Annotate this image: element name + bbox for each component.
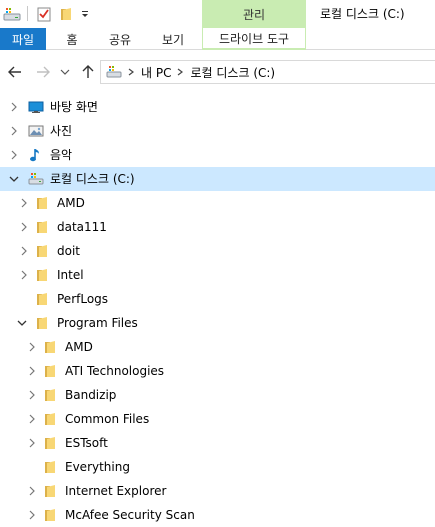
tree-item-folder[interactable]: ESTsoft <box>0 431 435 455</box>
customize-dropdown-icon[interactable] <box>80 5 90 23</box>
chevron-right-icon[interactable] <box>27 414 37 424</box>
tree-item-music[interactable]: 음악 <box>0 143 435 167</box>
chevron-right-icon[interactable] <box>9 102 19 112</box>
back-arrow-icon[interactable] <box>6 63 24 81</box>
tree-item-label: PerfLogs <box>57 292 109 306</box>
separator <box>27 6 28 21</box>
folder-icon <box>37 293 47 305</box>
chevron-right-icon[interactable] <box>9 126 19 136</box>
tree-item-folder[interactable]: AMD <box>0 335 435 359</box>
recent-locations-icon[interactable] <box>59 63 71 81</box>
folder-icon <box>45 509 55 521</box>
folder-icon <box>37 269 47 281</box>
tree-item-local-disk[interactable]: 로컬 디스크 (C:) <box>0 167 435 191</box>
desktop-icon <box>28 101 44 113</box>
chevron-right-icon[interactable] <box>27 342 37 352</box>
folder-icon <box>37 197 47 209</box>
manage-tab[interactable]: 관리 <box>202 0 306 28</box>
properties-icon[interactable] <box>36 5 52 23</box>
tree-item-folder[interactable]: PerfLogs <box>0 287 435 311</box>
tree-item-folder[interactable]: Internet Explorer <box>0 479 435 503</box>
tree-item-label: AMD <box>57 196 85 210</box>
tree-item-label: 음악 <box>50 148 73 162</box>
new-folder-icon[interactable] <box>59 5 73 23</box>
drive-icon <box>28 173 44 185</box>
tree-item-folder[interactable]: AMD <box>0 191 435 215</box>
tree-item-label: ATI Technologies <box>65 364 165 378</box>
up-arrow-icon[interactable] <box>79 63 97 81</box>
chevron-right-icon[interactable] <box>19 198 29 208</box>
chevron-right-icon[interactable] <box>27 366 37 376</box>
tree-item-label: doit <box>57 244 80 258</box>
forward-arrow-icon[interactable] <box>34 63 52 81</box>
tree-item-folder[interactable]: ATI Technologies <box>0 359 435 383</box>
tree-item-folder[interactable]: doit <box>0 239 435 263</box>
tree-item-folder[interactable]: Program Files <box>0 311 435 335</box>
folder-icon <box>45 461 55 473</box>
tree-item-label: 바탕 화면 <box>50 100 98 114</box>
breadcrumb-local-disk[interactable]: 로컬 디스크 (C:) <box>190 64 275 81</box>
folder-icon <box>37 317 47 329</box>
tree-item-label: Everything <box>65 460 130 474</box>
chevron-right-icon[interactable] <box>127 68 135 76</box>
drive-icon <box>106 65 122 79</box>
address-bar[interactable]: 내 PC 로컬 디스크 (C:) <box>100 60 435 84</box>
tree-item-desktop[interactable]: 바탕 화면 <box>0 95 435 119</box>
tab-view[interactable]: 보기 <box>155 28 191 50</box>
tree-item-label: Bandizip <box>65 388 117 402</box>
chevron-right-icon[interactable] <box>19 246 29 256</box>
tree-item-label: data111 <box>57 220 107 234</box>
chevron-right-icon[interactable] <box>176 68 184 76</box>
pictures-icon <box>28 125 44 137</box>
breadcrumb-this-pc[interactable]: 내 PC <box>141 64 171 81</box>
drive-icon[interactable] <box>3 5 21 23</box>
chevron-down-icon[interactable] <box>17 318 27 328</box>
chevron-right-icon[interactable] <box>9 150 19 160</box>
chevron-right-icon[interactable] <box>19 222 29 232</box>
folder-icon <box>45 365 55 377</box>
tree-item-folder[interactable]: Intel <box>0 263 435 287</box>
tab-home[interactable]: 홈 <box>58 28 86 50</box>
tree-item-label: 사진 <box>50 124 73 138</box>
folder-icon <box>45 413 55 425</box>
chevron-right-icon[interactable] <box>19 270 29 280</box>
navigation-bar: 내 PC 로컬 디스크 (C:) <box>0 50 435 95</box>
folder-icon <box>45 437 55 449</box>
chevron-right-icon[interactable] <box>27 390 37 400</box>
chevron-down-icon[interactable] <box>9 174 19 184</box>
ribbon-tabs: 파일 홈 공유 보기 드라이브 도구 <box>0 28 435 50</box>
folder-icon <box>37 245 47 257</box>
tab-share[interactable]: 공유 <box>102 28 138 50</box>
chevron-right-icon[interactable] <box>27 438 37 448</box>
tree-item-label: ESTsoft <box>65 436 108 450</box>
tree-item-label: Internet Explorer <box>65 484 167 498</box>
tree-item-pictures[interactable]: 사진 <box>0 119 435 143</box>
folder-icon <box>45 485 55 497</box>
window-title: 로컬 디스크 (C:) <box>320 7 405 21</box>
chevron-right-icon[interactable] <box>27 510 37 520</box>
tree-item-label: Program Files <box>57 316 138 330</box>
folder-icon <box>37 221 47 233</box>
tree-item-label: Intel <box>57 268 84 282</box>
music-icon <box>30 149 39 162</box>
tree-item-folder[interactable]: data111 <box>0 215 435 239</box>
tab-file[interactable]: 파일 <box>0 28 46 50</box>
tree-item-folder[interactable]: Bandizip <box>0 383 435 407</box>
chevron-right-icon[interactable] <box>27 486 37 496</box>
tab-drive-tools[interactable]: 드라이브 도구 <box>202 28 306 50</box>
tree-item-label: McAfee Security Scan <box>65 508 195 522</box>
tree-item-label: AMD <box>65 340 93 354</box>
tree-item-folder[interactable]: Common Files <box>0 407 435 431</box>
tree-item-folder[interactable]: McAfee Security Scan <box>0 503 435 527</box>
tree-item-label: 로컬 디스크 (C:) <box>50 172 135 186</box>
folder-icon <box>45 341 55 353</box>
tree-item-label: Common Files <box>65 412 150 426</box>
title-bar: 관리 로컬 디스크 (C:) <box>0 0 435 28</box>
tree-item-folder[interactable]: Everything <box>0 455 435 479</box>
folder-icon <box>45 389 55 401</box>
